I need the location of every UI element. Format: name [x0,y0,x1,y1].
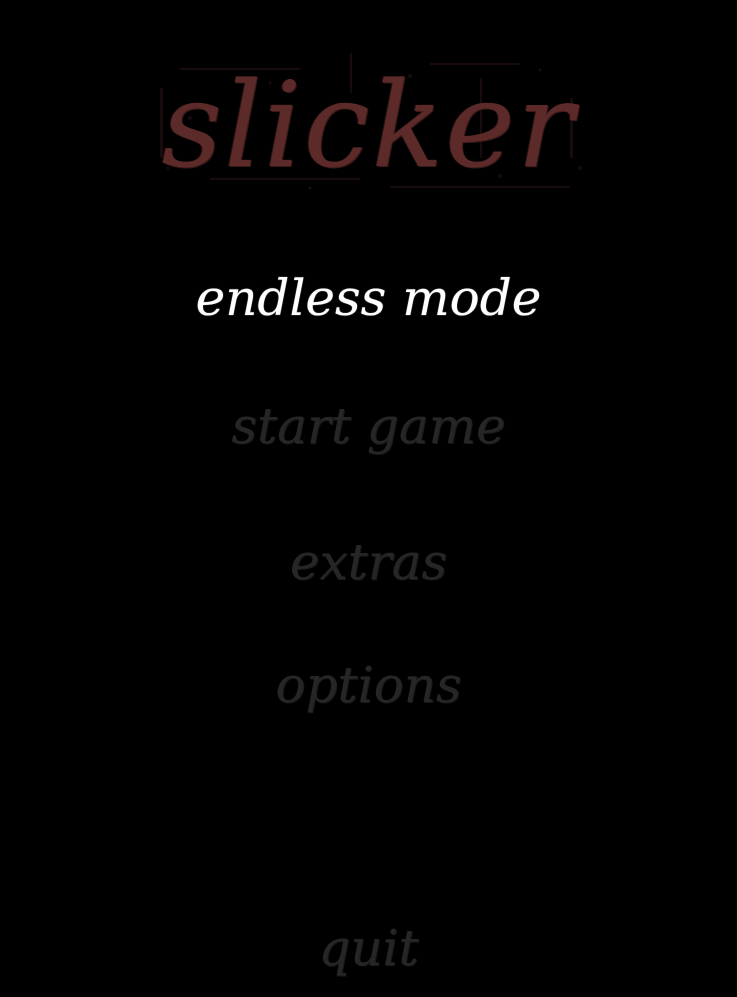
menu-item-quit[interactable]: quit [0,918,737,978]
menu-item-options[interactable]: options [0,655,737,715]
game-title-logo: slicker [161,56,576,194]
menu-item-extras[interactable]: extras [0,532,737,592]
menu-item-endless-mode[interactable]: endless mode [0,268,737,328]
title-area: slicker [0,40,737,210]
menu-item-start-game[interactable]: start game [0,396,737,456]
